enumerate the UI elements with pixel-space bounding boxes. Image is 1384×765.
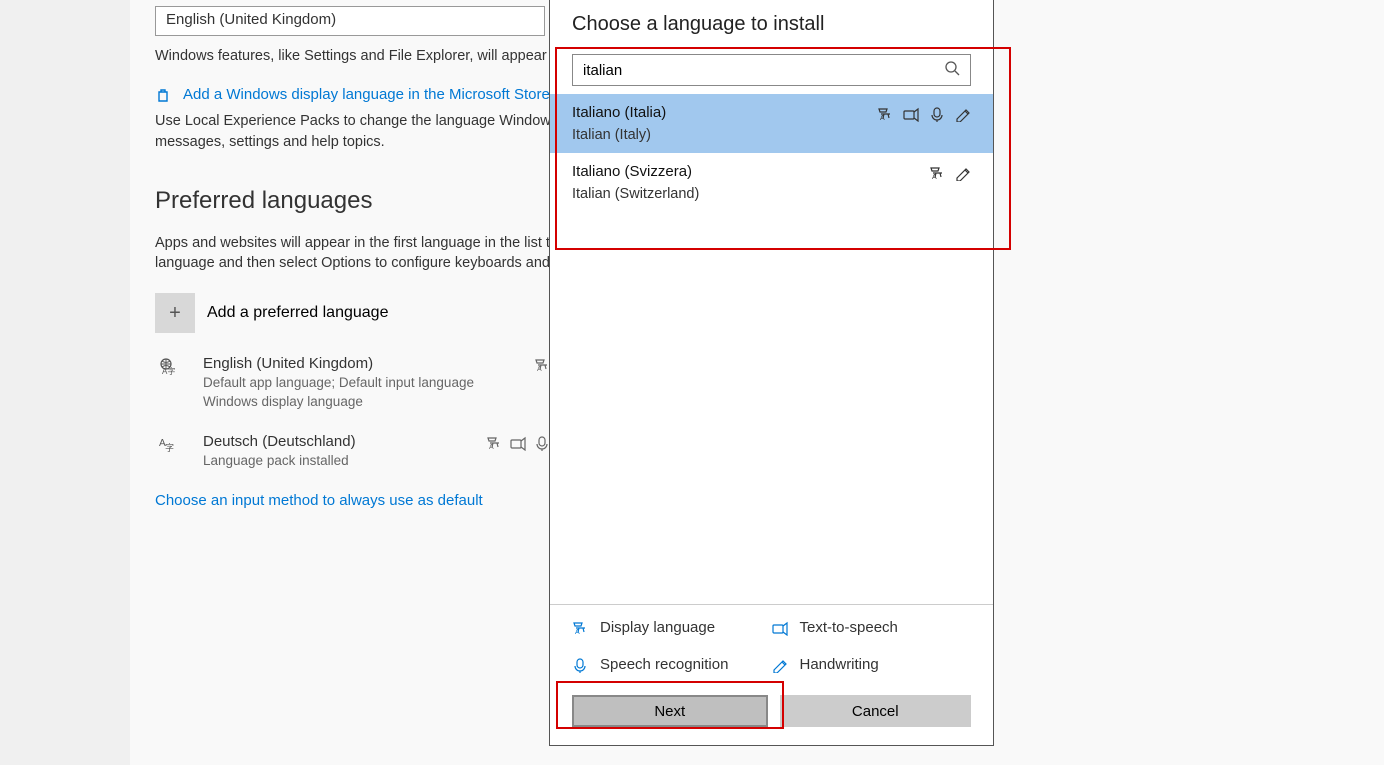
handwriting-icon: [955, 165, 971, 181]
handwriting-icon: [772, 657, 788, 673]
legend-label: Speech recognition: [600, 656, 728, 673]
store-icon: [155, 87, 171, 103]
legend-handwriting: Handwriting: [772, 656, 972, 673]
language-result-native: Italiano (Svizzera): [572, 163, 971, 180]
speech-icon: [929, 106, 945, 122]
preferred-language-item[interactable]: English (United Kingdom) Default app lan…: [155, 355, 550, 410]
cancel-button[interactable]: Cancel: [780, 695, 972, 727]
display-icon: [929, 165, 945, 181]
language-result-english: Italian (Italy): [572, 127, 971, 143]
search-icon: [944, 60, 960, 81]
language-results-list: Italiano (Italia) Italian (Italy) Italia…: [550, 94, 993, 212]
next-button[interactable]: Next: [572, 695, 768, 727]
nav-gutter: [0, 0, 130, 765]
store-link-label: Add a Windows display language in the Mi…: [183, 86, 550, 103]
legend-label: Display language: [600, 619, 715, 636]
speech-icon: [572, 657, 588, 673]
tts-icon: [510, 435, 526, 451]
globe-language-icon: [155, 355, 191, 391]
handwriting-icon: [955, 106, 971, 122]
azi-language-icon: [155, 433, 191, 469]
tts-icon: [903, 106, 919, 122]
preferred-language-item[interactable]: Deutsch (Deutschland) Language pack inst…: [155, 433, 550, 470]
speech-icon: [534, 435, 550, 451]
language-feature-icons: [534, 357, 550, 373]
add-preferred-language-label: Add a preferred language: [207, 304, 388, 322]
tts-icon: [772, 620, 788, 636]
feature-legend: Display language Text-to-speech Speech r…: [550, 604, 993, 695]
display-language-value: English (United Kingdom): [166, 11, 336, 28]
plus-icon: +: [155, 293, 195, 333]
legend-speech-recognition: Speech recognition: [572, 656, 772, 673]
preferred-language-sub: Default app language; Default input lang…: [203, 374, 550, 410]
preferred-language-name: English (United Kingdom): [203, 355, 550, 372]
legend-display-language: Display language: [572, 619, 772, 636]
language-result-italian-switzerland[interactable]: Italiano (Svizzera) Italian (Switzerland…: [550, 153, 993, 212]
language-result-italian-italy[interactable]: Italiano (Italia) Italian (Italy): [550, 94, 993, 153]
display-icon: [877, 106, 893, 122]
choose-language-dialog: Choose a language to install Italiano (I…: [549, 0, 994, 746]
display-icon: [572, 620, 588, 636]
language-result-english: Italian (Switzerland): [572, 186, 971, 202]
preferred-language-sub: Language pack installed: [203, 452, 550, 470]
language-result-features: [877, 106, 971, 122]
language-search-box[interactable]: [572, 54, 971, 86]
legend-label: Handwriting: [800, 656, 879, 673]
language-search-input[interactable]: [583, 62, 944, 79]
display-language-select[interactable]: English (United Kingdom): [155, 6, 545, 36]
legend-label: Text-to-speech: [800, 619, 898, 636]
display-icon: [534, 357, 550, 373]
legend-text-to-speech: Text-to-speech: [772, 619, 972, 636]
language-result-features: [929, 165, 971, 181]
display-icon: [486, 435, 502, 451]
dialog-title: Choose a language to install: [550, 0, 993, 54]
language-feature-icons: [486, 435, 550, 451]
